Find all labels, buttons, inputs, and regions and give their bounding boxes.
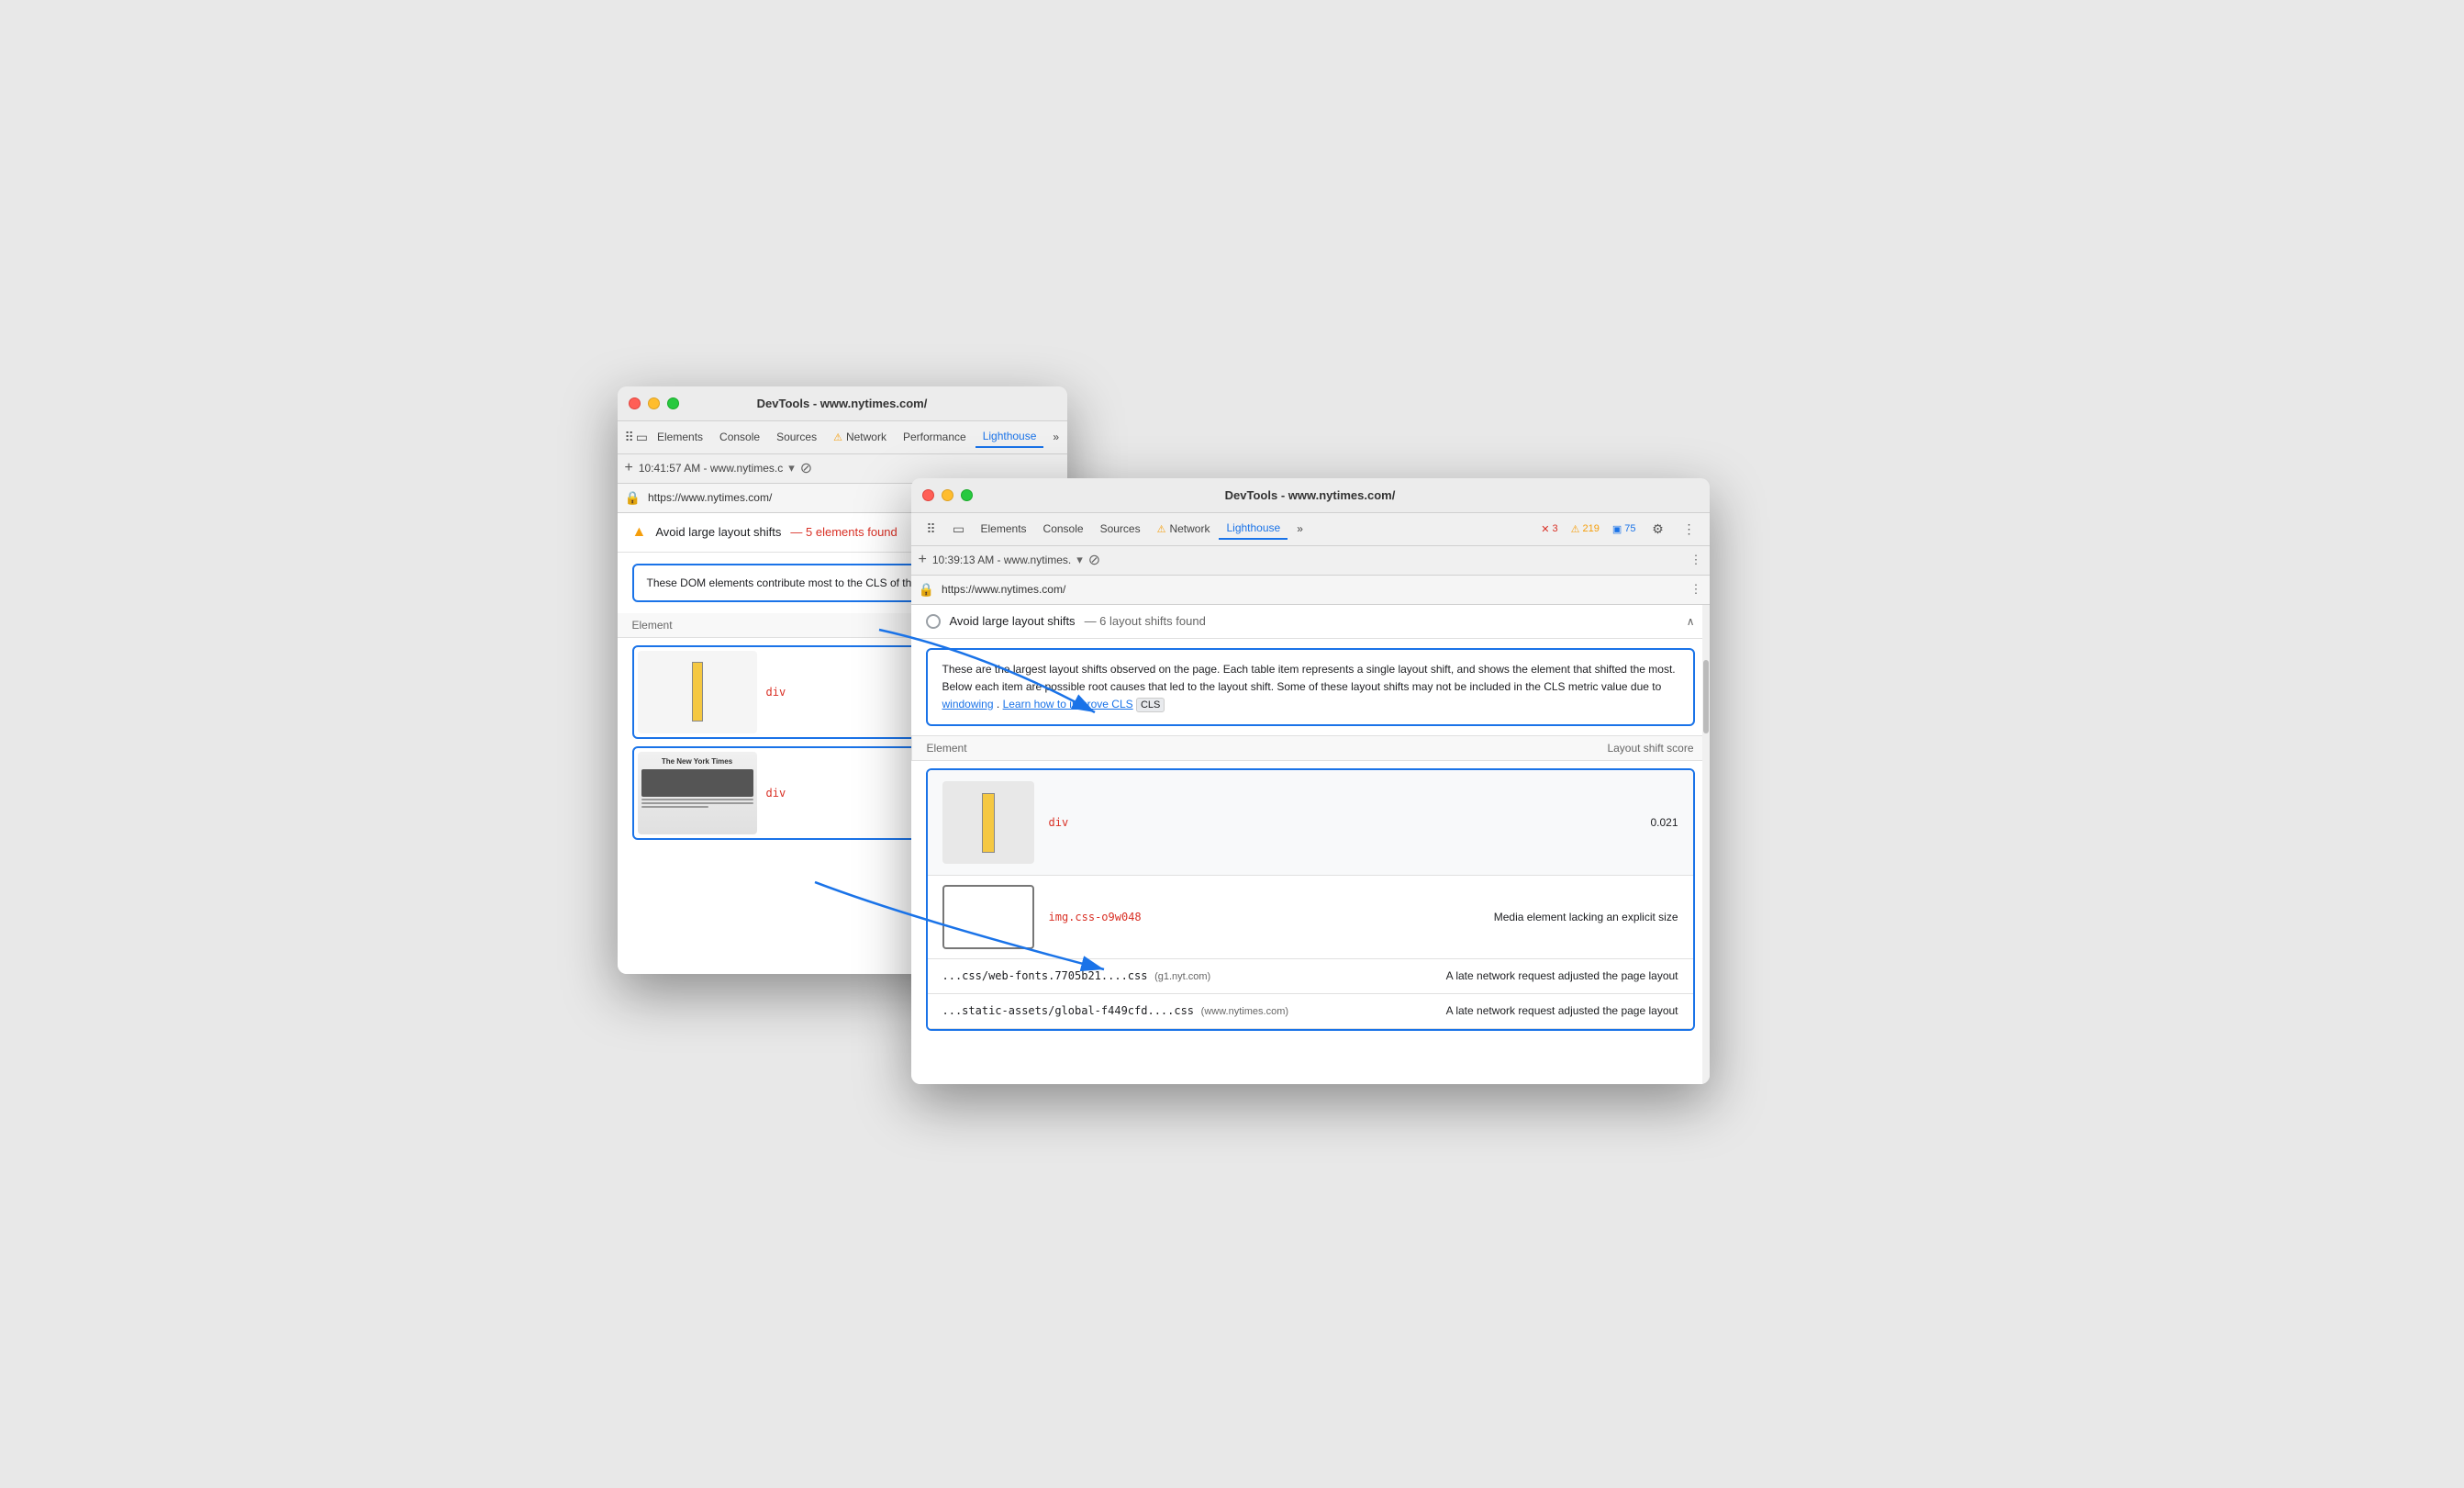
warning-badge-2: ⚠ 219 [1567, 522, 1603, 536]
sub-element-row: img.css-o9w048 Media element lacking an … [928, 876, 1693, 959]
resource-path-2: ...static-assets/global-f449cfd....css [942, 1004, 1195, 1017]
add-tab-1[interactable]: + [625, 460, 633, 476]
windowing-link[interactable]: windowing [942, 698, 994, 710]
element-thumb-2: The New York Times [638, 752, 757, 834]
page-screenshot-thumb: The New York Times [638, 752, 757, 834]
resource-domain-2: (www.nytimes.com) [1201, 1006, 1288, 1017]
tall-logo-thumb [692, 662, 703, 722]
url-text-2: https://www.nytimes.com/ [942, 583, 1065, 596]
resource-row-1: ...css/web-fonts.7705b21....css (g1.nyt.… [928, 959, 1693, 994]
tab-lighthouse-2[interactable]: Lighthouse [1219, 518, 1288, 540]
tab-sources-2[interactable]: Sources [1093, 519, 1148, 539]
window-title-2: DevTools - www.nytimes.com/ [1225, 488, 1396, 502]
chevron-up-icon: ∧ [1687, 615, 1695, 628]
add-tab-2[interactable]: + [919, 552, 927, 568]
tab-elements-2[interactable]: Elements [974, 519, 1034, 539]
audit-row-2[interactable]: Avoid large layout shifts — 6 layout shi… [911, 605, 1710, 639]
close-button-2[interactable] [922, 489, 934, 501]
cls-badge: CLS [1136, 698, 1165, 712]
dropdown-icon-1[interactable]: ▾ [788, 461, 795, 475]
scrollbar-thumb[interactable] [1703, 660, 1709, 733]
tab-console-1[interactable]: Console [712, 427, 767, 447]
maximize-button-1[interactable] [667, 397, 679, 409]
cls-link[interactable]: Learn how to improve CLS [1003, 698, 1133, 710]
resource-domain-1: (g1.nyt.com) [1154, 971, 1210, 982]
audit-count-2: — 6 layout shifts found [1085, 614, 1206, 628]
tab-sources-1[interactable]: Sources [769, 427, 824, 447]
minimize-button-2[interactable] [942, 489, 953, 501]
traffic-lights-2 [922, 489, 973, 501]
url-bar-2: 🔒 https://www.nytimes.com/ ⋮ [911, 576, 1710, 605]
nyt-icon-1: 🔒 [625, 490, 641, 506]
traffic-lights-1 [629, 397, 679, 409]
audit-title-1: Avoid large layout shifts [655, 525, 781, 539]
tabs-bar-1: ⠿ ▭ Elements Console Sources ⚠ Network P… [618, 421, 1067, 454]
dropdown-icon-2[interactable]: ▾ [1076, 553, 1083, 567]
inspect-icon-2[interactable]: ⠿ [919, 516, 944, 542]
device-icon[interactable]: ▭ [636, 424, 648, 450]
tab-network-2[interactable]: ⚠ Network [1150, 519, 1218, 539]
tab-network-1[interactable]: ⚠ Network [826, 427, 894, 447]
audit-title-2: Avoid large layout shifts [950, 614, 1076, 628]
tab-more-2[interactable]: » [1289, 519, 1310, 539]
close-button-1[interactable] [629, 397, 641, 409]
more-url-icon-2[interactable]: ⋮ [1690, 553, 1702, 567]
title-bar-2: DevTools - www.nytimes.com/ [911, 478, 1710, 513]
url-text-1: https://www.nytimes.com/ [648, 491, 772, 504]
resource-desc-2: A late network request adjusted the page… [1446, 1003, 1678, 1019]
inspect-icon[interactable]: ⠿ [625, 424, 634, 450]
session-time-2: 10:39:13 AM - www.nytimes. [932, 554, 1071, 566]
devtools-window-2: DevTools - www.nytimes.com/ ⠿ ▭ Elements… [911, 478, 1710, 1084]
warning-icon-2: ⚠ [1157, 523, 1166, 535]
maximize-button-2[interactable] [961, 489, 973, 501]
sub-element-desc: Media element lacking an explicit size [1494, 910, 1678, 925]
url-more-2[interactable]: ⋮ [1690, 582, 1702, 597]
resource-desc-1: A late network request adjusted the page… [1446, 968, 1678, 984]
tab-elements-1[interactable]: Elements [650, 427, 710, 447]
address-bar-2: + 10:39:13 AM - www.nytimes. ▾ ⊘ ⋮ [911, 546, 1710, 576]
audit-warning-icon-1: ▲ [632, 524, 647, 541]
tab-console-2[interactable]: Console [1036, 519, 1091, 539]
main-thumb [942, 781, 1034, 864]
element-card-main[interactable]: div 0.021 img.css-o9w048 Media element l… [926, 768, 1695, 1031]
minimize-button-1[interactable] [648, 397, 660, 409]
element-type-2: div [766, 787, 786, 800]
audit-count-1: — 5 elements found [790, 525, 897, 539]
info-box-2: These are the largest layout shifts obse… [926, 648, 1695, 727]
stop-icon-2[interactable]: ⊘ [1088, 551, 1100, 569]
table-header-2: Element Layout shift score [911, 735, 1710, 761]
content-area-2: Avoid large layout shifts — 6 layout shi… [911, 605, 1710, 1084]
window-title-1: DevTools - www.nytimes.com/ [757, 397, 928, 410]
sub-element-type: img.css-o9w048 [1049, 911, 1142, 923]
audit-circle-2 [926, 614, 941, 629]
nyt-icon-2: 🔒 [919, 582, 934, 598]
tabs-right-2: ✕ 3 ⚠ 219 ▣ 75 ⚙ ⋮ [1537, 516, 1701, 542]
tab-performance-1[interactable]: Performance [896, 427, 974, 447]
tab-more-1[interactable]: » [1045, 427, 1066, 447]
element-thumb-1 [638, 651, 757, 733]
tab-lighthouse-1[interactable]: Lighthouse [976, 426, 1044, 448]
stop-icon-1[interactable]: ⊘ [800, 459, 812, 477]
error-badge-2: ✕ 3 [1537, 522, 1561, 536]
tabs-bar-2: ⠿ ▭ Elements Console Sources ⚠ Network L… [911, 513, 1710, 546]
sub-element-thumb [942, 885, 1034, 949]
session-time-1: 10:41:57 AM - www.nytimes.c [639, 462, 783, 475]
element-card-top: div 0.021 [928, 770, 1693, 876]
resource-path-1: ...css/web-fonts.7705b21....css [942, 969, 1148, 982]
info-badge-2: ▣ 75 [1609, 522, 1640, 536]
element-type-1: div [766, 686, 786, 699]
title-bar-1: DevTools - www.nytimes.com/ [618, 386, 1067, 421]
scrollbar[interactable] [1702, 605, 1710, 1084]
main-element-type: div [1049, 816, 1069, 829]
device-icon-2[interactable]: ▭ [946, 516, 972, 542]
resource-row-2: ...static-assets/global-f449cfd....css (… [928, 994, 1693, 1029]
settings-icon-2[interactable]: ⚙ [1645, 516, 1671, 542]
layout-shift-score: 0.021 [1650, 816, 1678, 829]
more-icon-2[interactable]: ⋮ [1677, 516, 1702, 542]
warning-icon-1: ⚠ [833, 431, 842, 443]
